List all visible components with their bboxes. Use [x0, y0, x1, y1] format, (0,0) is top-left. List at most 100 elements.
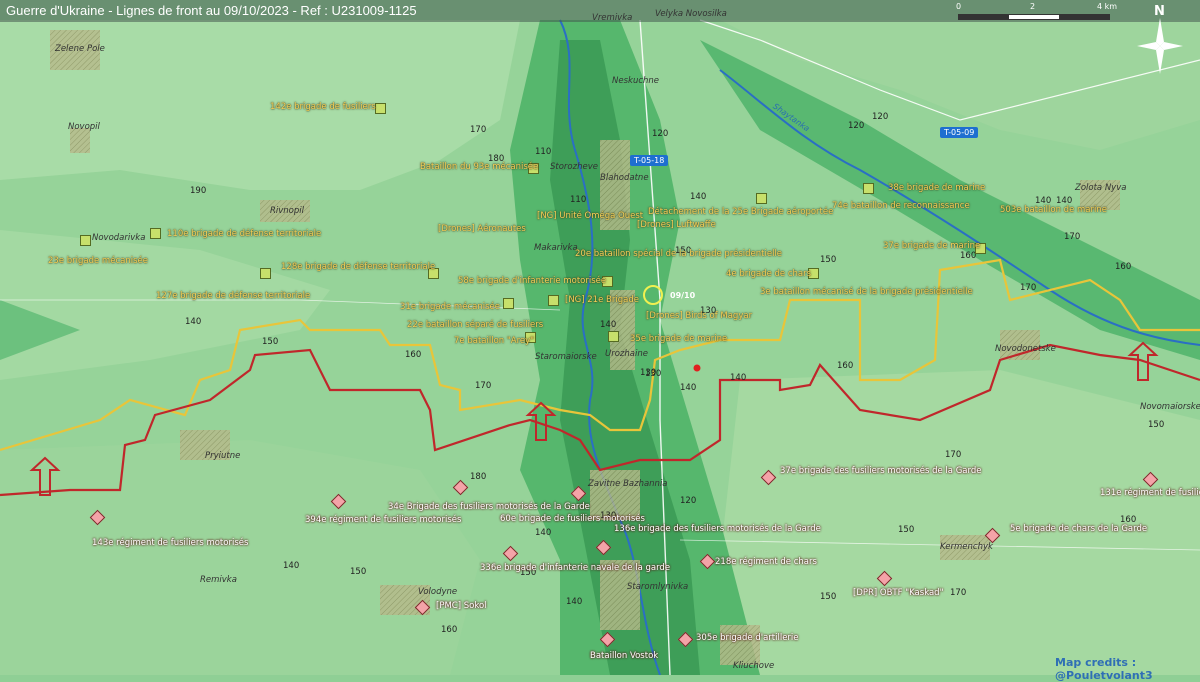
scale-label-0: 0 [956, 2, 962, 11]
ukrainian-unit-icon[interactable] [608, 331, 619, 342]
ukrainian-unit-label: [Drones] Aéronautes [438, 224, 526, 234]
town-label: Neskuchne [612, 76, 660, 86]
ukrainian-unit-label: 38e brigade de marine [888, 183, 986, 193]
elevation-label: 140 [680, 383, 697, 393]
town-label: Zelene Pole [55, 44, 105, 54]
ukrainian-unit-label: 128e brigade de défense territoriale [281, 262, 436, 272]
russian-unit-label: [DPR] OBTF "Kaskad" [853, 588, 944, 598]
russian-unit-label: 60e brigade de fusiliers motorisés [500, 514, 645, 524]
incident-dot [693, 364, 701, 372]
elevation-label: 140 [185, 317, 202, 327]
ukrainian-unit-label: 37e brigade de marine [883, 241, 981, 251]
elevation-label: 140 [535, 528, 552, 538]
ukrainian-unit-label: 110e brigade de défense territoriale [167, 229, 322, 239]
elevation-label: 170 [1064, 232, 1081, 242]
ukrainian-unit-label: 35e brigade de marine [630, 334, 728, 344]
town-label: Makarivka [534, 243, 578, 253]
road-label: T-05-18 [630, 155, 669, 166]
elevation-label: 190 [190, 186, 207, 196]
town-label: Remivka [200, 575, 237, 585]
elevation-label: 120 [872, 112, 889, 122]
russian-unit-label: 305e brigade d'artillerie [696, 633, 799, 643]
elevation-label: 160 [960, 251, 977, 261]
town-area [720, 625, 760, 665]
elevation-label: 130 [645, 369, 662, 379]
russian-unit-label: Bataillon Vostok [590, 651, 659, 661]
ukrainian-unit-icon[interactable] [375, 103, 386, 114]
elevation-label: 170 [950, 588, 967, 598]
ukrainian-unit-icon[interactable] [756, 193, 767, 204]
elevation-label: 150 [820, 255, 837, 265]
town-label: Zolota Nyva [1075, 183, 1127, 193]
ukrainian-unit-label: 4e brigade de chars [726, 269, 812, 279]
scale-bar: 0 2 4 km [952, 2, 1132, 20]
elevation-label: 160 [405, 350, 422, 360]
town-label: Novodonetske [995, 344, 1056, 354]
elevation-label: 170 [475, 381, 492, 391]
elevation-label: 170 [945, 450, 962, 460]
compass-rose: N [1135, 4, 1185, 74]
elevation-label: 110 [570, 195, 587, 205]
elevation-label: 140 [600, 320, 617, 330]
town-label: Rivnopil [270, 206, 305, 216]
elevation-label: 150 [1148, 420, 1165, 430]
elevation-label: 140 [730, 373, 747, 383]
date-marker: 09/10 [670, 291, 696, 300]
ukrainian-unit-label: 23e brigade mécanisée [48, 256, 148, 266]
town-label: Vremivka [592, 13, 633, 23]
russian-unit-label: 394e régiment de fusiliers motorisés [305, 515, 462, 525]
town-label: Pryiutne [205, 451, 241, 461]
elevation-label: 140 [283, 561, 300, 571]
town-label: Novodarivka [92, 233, 146, 243]
ukrainian-unit-label: 142e brigade de fusiliers [270, 102, 376, 112]
town-label: Staromaiorske [535, 352, 597, 362]
high-terrain [0, 440, 480, 675]
elevation-label: 140 [690, 192, 707, 202]
town-label: Novomaiorske [1140, 402, 1200, 412]
ukrainian-unit-label: 31e brigade mécanisée [400, 302, 500, 312]
ukrainian-unit-label: 7e bataillon "Arey" [454, 336, 535, 346]
ukrainian-unit-icon[interactable] [503, 298, 514, 309]
ukrainian-unit-icon[interactable] [80, 235, 91, 246]
russian-unit-label: 37e brigade des fusiliers motorisés de l… [780, 466, 982, 476]
town-label: Blahodatne [600, 173, 649, 183]
ukrainian-unit-label: [NG] 21e Brigade [565, 295, 639, 305]
town-label: Kermenchyk [940, 542, 993, 552]
map-title: Guerre d'Ukraine - Lignes de front au 09… [6, 3, 417, 18]
ukrainian-unit-icon[interactable] [548, 295, 559, 306]
town-label: Staromlynivka [627, 582, 689, 592]
town-label: Zavitne Bazhannia [588, 479, 668, 489]
russian-unit-label: 143e régiment de fusiliers motorisés [92, 538, 249, 548]
russian-unit-label: 5e brigade de chars de la Garde [1010, 524, 1148, 534]
elevation-label: 110 [535, 147, 552, 157]
elevation-label: 150 [820, 592, 837, 602]
elevation-label: 150 [262, 337, 279, 347]
elevation-label: 160 [441, 625, 458, 635]
russian-unit-label: [PMC] Sokol [436, 601, 487, 611]
ukrainian-unit-label: 503e bataillon de marine [1000, 205, 1107, 215]
scale-label-4: 4 km [1097, 2, 1118, 11]
town-label: Velyka Novosilka [655, 9, 727, 19]
town-label: Storozheve [550, 162, 598, 172]
scale-label-2: 2 [1030, 2, 1036, 11]
terrain-map [0, 0, 1200, 675]
ukrainian-unit-label: 22e bataillon séparé de fusiliers [407, 320, 544, 330]
elevation-label: 140 [566, 597, 583, 607]
town-label: Urozhaine [605, 349, 648, 359]
elevation-label: 160 [1115, 262, 1132, 272]
ukrainian-unit-label: 74e bataillon de reconnaissance [832, 201, 970, 211]
map-canvas[interactable] [0, 0, 1200, 675]
town-label: Novopil [68, 122, 100, 132]
elevation-label: 150 [350, 567, 367, 577]
town-label: Volodyne [418, 587, 458, 597]
ukrainian-unit-label: Bataillon du 93e mécanisée [420, 162, 539, 172]
ukrainian-unit-icon[interactable] [863, 183, 874, 194]
elevation-label: 170 [470, 125, 487, 135]
map-credits: Map credits : @Pouletvolant3 [1055, 656, 1153, 682]
ukrainian-unit-icon[interactable] [150, 228, 161, 239]
ukrainian-unit-icon[interactable] [260, 268, 271, 279]
elevation-label: 170 [1020, 283, 1037, 293]
ukrainian-unit-label: 20e bataillon spécial de la brigade prés… [575, 249, 783, 259]
elevation-label: 120 [680, 496, 697, 506]
elevation-label: 120 [652, 129, 669, 139]
